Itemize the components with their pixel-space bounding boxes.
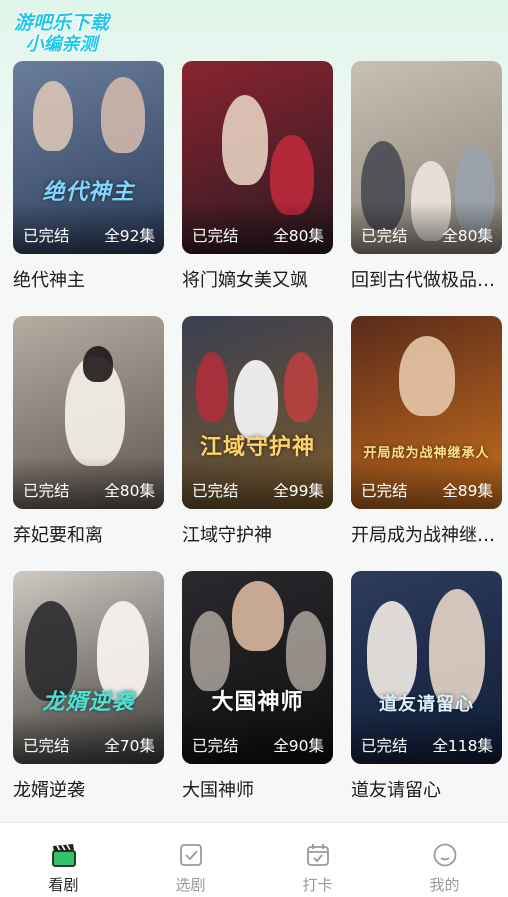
bottom-tab-bar: 看剧 选剧 打卡 我的 bbox=[0, 822, 508, 897]
watermark-line-2: 小编亲测 bbox=[25, 34, 98, 55]
checklist-icon bbox=[179, 844, 202, 866]
status-badge: 已完结 bbox=[23, 482, 70, 500]
drama-card[interactable]: 江域守护神 已完结 全99集 江域守护神 bbox=[182, 316, 333, 571]
tab-label: 选剧 bbox=[175, 876, 206, 894]
drama-poster[interactable]: 龙婿逆袭 已完结 全70集 bbox=[13, 571, 164, 764]
drama-card[interactable]: 龙婿逆袭 已完结 全70集 龙婿逆袭 bbox=[13, 571, 164, 826]
clapperboard-icon bbox=[51, 844, 76, 867]
tab-label: 打卡 bbox=[302, 876, 333, 894]
drama-name[interactable]: 大国神师 bbox=[182, 776, 333, 802]
drama-poster[interactable]: 已完结 全80集 bbox=[182, 61, 333, 254]
drama-name[interactable]: 江域守护神 bbox=[182, 521, 333, 547]
drama-poster[interactable]: 大国神师 已完结 全90集 bbox=[182, 571, 333, 764]
episode-count: 全118集 bbox=[432, 737, 493, 755]
drama-name[interactable]: 将门嫡女美又飒 bbox=[182, 266, 333, 292]
episode-count: 全89集 bbox=[442, 482, 493, 500]
drama-card[interactable]: 已完结 全80集 将门嫡女美又飒 bbox=[182, 61, 333, 316]
drama-card[interactable]: 已完结 全80集 弃妃要和离 bbox=[13, 316, 164, 571]
drama-card[interactable]: 开局成为战神继承人 已完结 全89集 开局成为战神继承人 bbox=[351, 316, 502, 571]
drama-card[interactable]: 大国神师 已完结 全90集 大国神师 bbox=[182, 571, 333, 826]
drama-name[interactable]: 回到古代做极品家丁 bbox=[351, 266, 502, 292]
tab-profile[interactable]: 我的 bbox=[381, 823, 508, 897]
tab-checkin[interactable]: 打卡 bbox=[254, 823, 381, 897]
status-badge: 已完结 bbox=[192, 482, 239, 500]
profile-smile-icon bbox=[433, 843, 456, 867]
status-badge: 已完结 bbox=[361, 227, 408, 245]
drama-poster[interactable]: 开局成为战神继承人 已完结 全89集 bbox=[351, 316, 502, 509]
status-badge: 已完结 bbox=[361, 737, 408, 755]
drama-card[interactable]: 绝代神主 已完结 全92集 绝代神主 bbox=[13, 61, 164, 316]
episode-count: 全70集 bbox=[104, 737, 155, 755]
episode-count: 全80集 bbox=[442, 227, 493, 245]
drama-name[interactable]: 龙婿逆袭 bbox=[13, 776, 164, 802]
tab-watch[interactable]: 看剧 bbox=[0, 823, 127, 897]
watermark-line-1: 游吧乐下载 bbox=[14, 12, 110, 34]
drama-card[interactable]: 已完结 全80集 回到古代做极品家丁 bbox=[351, 61, 502, 316]
episode-count: 全92集 bbox=[104, 227, 155, 245]
drama-poster[interactable]: 江域守护神 已完结 全99集 bbox=[182, 316, 333, 509]
drama-name[interactable]: 开局成为战神继承人 bbox=[351, 521, 502, 547]
watermark-overlay: 游吧乐下载 小编亲测 bbox=[14, 12, 109, 56]
calendar-check-icon bbox=[306, 844, 329, 866]
drama-poster[interactable]: 已完结 全80集 bbox=[13, 316, 164, 509]
status-badge: 已完结 bbox=[23, 737, 70, 755]
status-badge: 已完结 bbox=[23, 227, 70, 245]
episode-count: 全80集 bbox=[273, 227, 324, 245]
episode-count: 全80集 bbox=[104, 482, 155, 500]
drama-grid: 绝代神主 已完结 全92集 绝代神主 已完结 全80集 将门嫡女美又飒 已完结 bbox=[13, 61, 503, 826]
drama-name[interactable]: 道友请留心 bbox=[351, 776, 502, 802]
episode-count: 全99集 bbox=[273, 482, 324, 500]
drama-card[interactable]: 道友请留心 已完结 全118集 道友请留心 bbox=[351, 571, 502, 826]
drama-name[interactable]: 绝代神主 bbox=[13, 266, 164, 292]
drama-poster[interactable]: 绝代神主 已完结 全92集 bbox=[13, 61, 164, 254]
drama-poster[interactable]: 已完结 全80集 bbox=[351, 61, 502, 254]
tab-label: 我的 bbox=[429, 876, 460, 894]
status-badge: 已完结 bbox=[192, 227, 239, 245]
drama-poster[interactable]: 道友请留心 已完结 全118集 bbox=[351, 571, 502, 764]
tab-select[interactable]: 选剧 bbox=[127, 823, 254, 897]
status-badge: 已完结 bbox=[192, 737, 239, 755]
drama-name[interactable]: 弃妃要和离 bbox=[13, 521, 164, 547]
episode-count: 全90集 bbox=[273, 737, 324, 755]
tab-label: 看剧 bbox=[48, 876, 79, 894]
status-badge: 已完结 bbox=[361, 482, 408, 500]
